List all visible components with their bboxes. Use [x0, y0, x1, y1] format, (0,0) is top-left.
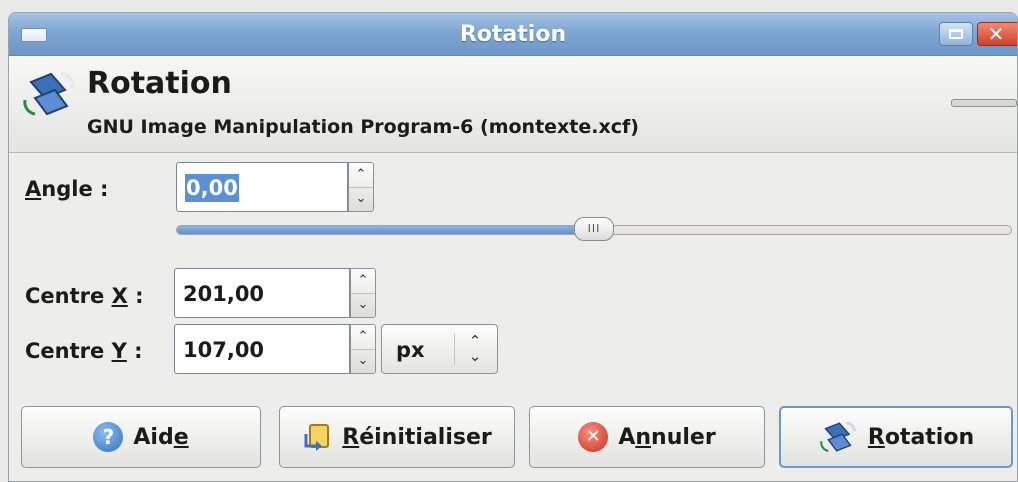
unit-separator	[454, 333, 455, 365]
dialog-heading: Rotation	[87, 66, 232, 101]
rotate-tool-icon	[820, 421, 856, 452]
help-button[interactable]: ? Aide	[21, 406, 261, 468]
maximize-button[interactable]	[939, 22, 973, 46]
title-bar[interactable]: Rotation ✕	[9, 13, 1017, 56]
close-button[interactable]: ✕	[977, 22, 1017, 46]
centre-x-spinner[interactable]: ⌃ ⌄	[350, 268, 376, 318]
unit-select[interactable]: px ⌃ ⌄	[381, 324, 498, 374]
cancel-icon: ✕	[578, 422, 609, 452]
spin-down-icon[interactable]: ⌄	[351, 293, 375, 317]
dialog-subheading: GNU Image Manipulation Program-6 (montex…	[87, 116, 639, 138]
updown-icon: ⌃ ⌄	[468, 332, 482, 365]
centre-y-label: Centre Y :	[25, 339, 143, 363]
reset-button-label: Réinitialiser	[342, 424, 492, 450]
header-drag-handle[interactable]	[951, 99, 1017, 107]
angle-input[interactable]: 0,00	[176, 162, 348, 212]
reset-icon	[304, 424, 330, 451]
angle-slider-thumb[interactable]: III	[574, 217, 614, 241]
angle-value: 0,00	[185, 174, 239, 202]
spin-up-icon[interactable]: ⌃	[351, 325, 375, 350]
spin-up-icon[interactable]: ⌃	[349, 163, 373, 188]
reset-button[interactable]: Réinitialiser	[279, 406, 515, 468]
cancel-button[interactable]: ✕ Annuler	[529, 406, 765, 468]
window-title: Rotation	[459, 22, 567, 47]
angle-slider[interactable]: III	[176, 217, 1012, 241]
spin-down-icon[interactable]: ⌄	[351, 349, 375, 373]
cancel-button-label: Annuler	[618, 424, 716, 450]
angle-slider-fill	[177, 226, 594, 234]
spin-down-icon[interactable]: ⌄	[349, 187, 373, 211]
centre-x-value: 201,00	[183, 282, 265, 306]
centre-x-label: Centre X :	[25, 284, 144, 308]
rotation-dialog: Rotation ✕ Rotation GNU Image Manipulati…	[8, 12, 1018, 482]
centre-y-value: 107,00	[183, 338, 265, 362]
centre-x-input[interactable]: 201,00	[174, 268, 350, 318]
centre-y-input[interactable]: 107,00	[174, 324, 350, 374]
centre-y-spinner[interactable]: ⌃ ⌄	[350, 324, 376, 374]
angle-label: Angle :	[25, 177, 109, 201]
dialog-header: Rotation GNU Image Manipulation Program-…	[9, 56, 1017, 153]
close-icon: ✕	[987, 22, 1005, 46]
help-icon: ?	[93, 422, 124, 452]
unit-value: px	[396, 338, 425, 362]
angle-spinner[interactable]: ⌃ ⌄	[348, 162, 374, 212]
rotate-button[interactable]: Rotation	[779, 406, 1013, 468]
spin-up-icon[interactable]: ⌃	[351, 269, 375, 294]
rotate-button-label: Rotation	[867, 424, 975, 450]
rotate-tool-icon	[23, 72, 76, 116]
help-button-label: Aide	[133, 424, 189, 450]
